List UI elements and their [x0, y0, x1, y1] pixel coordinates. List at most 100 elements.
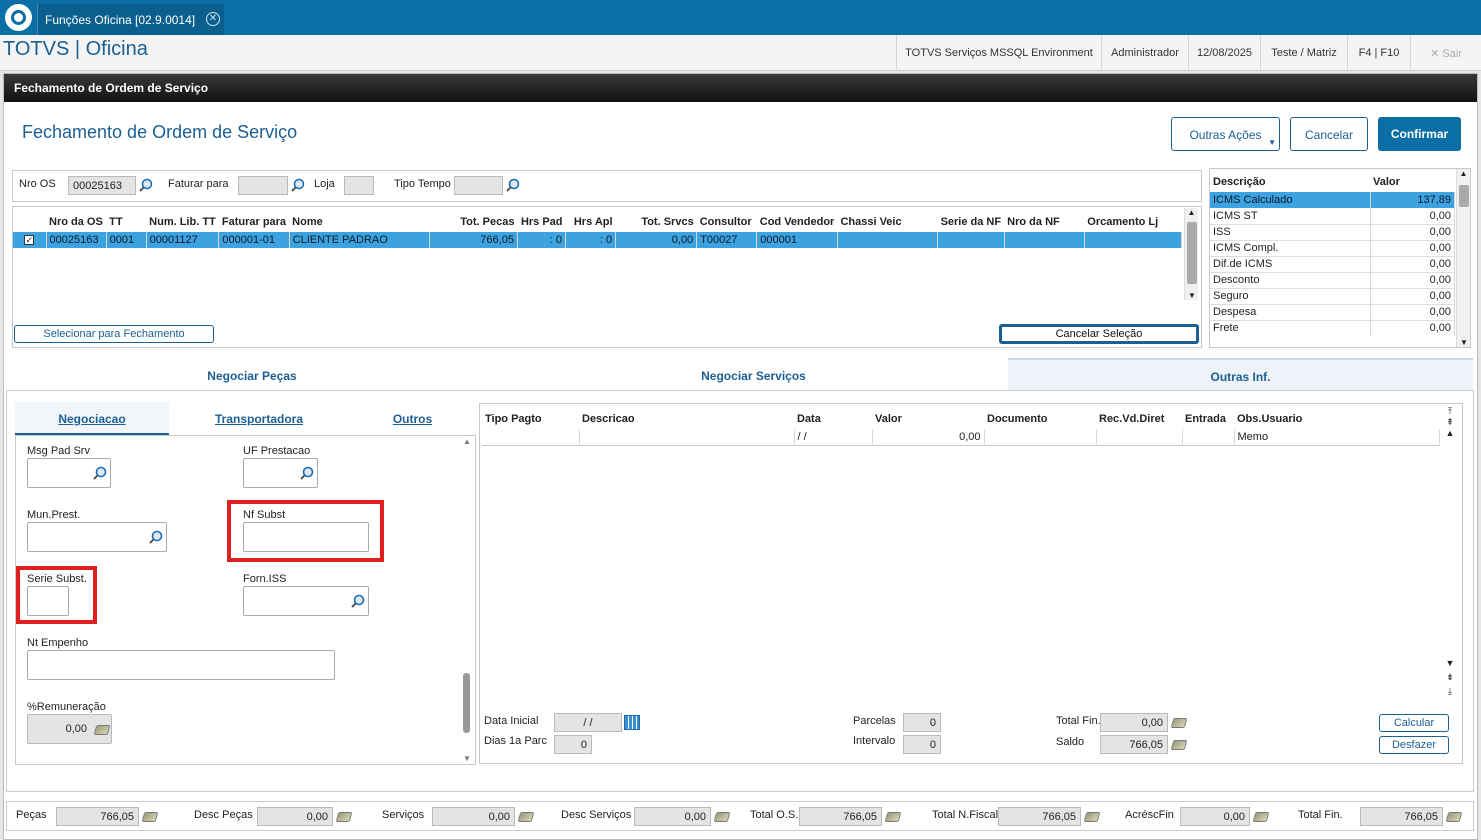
cell[interactable]: [1096, 429, 1183, 445]
column-header[interactable]: Documento: [984, 409, 1096, 429]
table-row[interactable]: Frete 0,00: [1210, 320, 1455, 336]
cancel-selection-button[interactable]: Cancelar Seleção: [999, 324, 1199, 344]
tab-negociar-servicos[interactable]: Negociar Serviços: [510, 369, 997, 383]
column-header[interactable]: TT: [106, 212, 146, 232]
app-tab[interactable]: Funções Oficina [02.9.0014] ✕: [37, 4, 224, 35]
row-select-cell[interactable]: ✓: [13, 232, 47, 248]
user-label[interactable]: Administrador: [1101, 36, 1188, 70]
cell[interactable]: 0,00: [872, 429, 985, 445]
column-header[interactable]: Nro da OS: [46, 212, 106, 232]
nro-os-input[interactable]: 00025163: [68, 176, 136, 195]
column-header[interactable]: Tot. Srvcs: [616, 212, 697, 232]
column-header[interactable]: Entrada: [1182, 409, 1234, 429]
column-header[interactable]: Tipo Pagto: [482, 409, 579, 429]
column-header[interactable]: Serie da NF: [938, 212, 1005, 232]
tab-negociar-pecas[interactable]: Negociar Peças: [12, 369, 492, 383]
table-row[interactable]: ISS 0,00: [1210, 224, 1455, 240]
scroll-arrow-icon[interactable]: ▲: [460, 437, 474, 446]
close-tab-icon[interactable]: ✕: [206, 12, 220, 26]
intervalo-input[interactable]: 0: [903, 735, 941, 754]
cell[interactable]: Memo: [1234, 429, 1440, 445]
column-header[interactable]: Faturar para: [219, 212, 289, 232]
column-header[interactable]: Num. Lib. TT: [146, 212, 219, 232]
column-header[interactable]: Hrs Pad: [517, 212, 565, 232]
table-row[interactable]: ICMS Calculado 137,89: [1210, 192, 1455, 208]
column-header[interactable]: Descrição: [1210, 172, 1370, 192]
search-icon[interactable]: [93, 466, 107, 480]
data-inicial-input[interactable]: / /: [554, 713, 622, 732]
table-row[interactable]: Seguro 0,00: [1210, 288, 1455, 304]
loja-input[interactable]: [344, 176, 374, 195]
select-for-closing-button[interactable]: Selecionar para Fechamento: [14, 325, 214, 343]
table-row[interactable]: Despesa 0,00: [1210, 304, 1455, 320]
column-header[interactable]: Nro da NF: [1004, 212, 1084, 232]
cell[interactable]: / /: [794, 429, 873, 445]
table-row[interactable]: ✓ 00025163 0001 00001127 000001-01 CLIEN…: [13, 232, 1183, 248]
mun-prest-input[interactable]: [27, 522, 167, 552]
checkbox-icon[interactable]: ✓: [24, 235, 35, 245]
date-label[interactable]: 12/08/2025: [1188, 36, 1260, 70]
scroll-arrow-icon[interactable]: ▲: [1457, 169, 1470, 178]
table-row[interactable]: ICMS Compl. 0,00: [1210, 240, 1455, 256]
exit-button[interactable]: ✕ Sair: [1410, 36, 1481, 70]
scroll-thumb[interactable]: [1187, 222, 1197, 284]
column-header[interactable]: Valor: [1370, 172, 1455, 192]
saldo-input[interactable]: 766,05: [1100, 735, 1168, 754]
scroll-arrow-icon[interactable]: ▼: [460, 754, 474, 763]
table-row[interactable]: / / 0,00 Memo: [482, 429, 1440, 445]
column-header[interactable]: Cod Vendedor: [757, 212, 838, 232]
cell[interactable]: [579, 429, 795, 445]
move-down-icon[interactable]: ⇟: [1443, 672, 1457, 683]
column-header[interactable]: Descricao: [579, 409, 794, 429]
cell[interactable]: [984, 429, 1097, 445]
subtab-transportadora[interactable]: Transportadora: [175, 412, 343, 426]
faturar-para-input[interactable]: [238, 176, 288, 195]
nf-subst-input[interactable]: [243, 522, 369, 552]
subtab-outros[interactable]: Outros: [370, 412, 455, 426]
desfazer-button[interactable]: Desfazer: [1379, 736, 1449, 754]
search-icon[interactable]: [149, 530, 163, 544]
scroll-arrow-icon[interactable]: ▼: [1185, 291, 1199, 300]
parcelas-input[interactable]: 0: [903, 713, 941, 732]
table-row[interactable]: ICMS ST 0,00: [1210, 208, 1455, 224]
search-icon[interactable]: [506, 178, 520, 192]
search-icon[interactable]: [351, 594, 365, 608]
search-icon[interactable]: [291, 178, 305, 192]
dias-input[interactable]: 0: [554, 735, 592, 754]
scroll-thumb[interactable]: [463, 673, 470, 733]
cell[interactable]: [482, 429, 580, 445]
scroll-arrow-icon[interactable]: ▼: [1457, 338, 1471, 347]
serie-subst-input[interactable]: [27, 586, 69, 616]
tax-grid-scrollbar[interactable]: ▲ ▼: [1456, 169, 1470, 347]
scroll-arrow-icon[interactable]: ▲: [1185, 208, 1198, 217]
calcular-button[interactable]: Calcular: [1379, 714, 1449, 732]
totvs-logo-icon[interactable]: [5, 4, 32, 31]
column-header[interactable]: Chassi Veic: [837, 212, 937, 232]
move-top-icon[interactable]: ⤒: [1443, 406, 1457, 417]
move-bottom-icon[interactable]: ⤓: [1443, 686, 1457, 697]
scroll-thumb[interactable]: [1459, 185, 1469, 207]
scroll-arrow-icon[interactable]: ▼: [1443, 658, 1457, 668]
table-row[interactable]: Dif.de ICMS 0,00: [1210, 256, 1455, 272]
move-up-icon[interactable]: ⇞: [1443, 417, 1457, 428]
column-header[interactable]: Nome: [289, 212, 429, 232]
tab-outras-inf[interactable]: Outras Inf.: [1008, 358, 1473, 390]
calendar-icon[interactable]: [624, 715, 640, 730]
branch-label[interactable]: Teste / Matriz: [1260, 36, 1347, 70]
column-header[interactable]: Obs.Usuario: [1234, 409, 1440, 429]
cell[interactable]: [1182, 429, 1235, 445]
table-row[interactable]: Desconto 0,00: [1210, 272, 1455, 288]
other-actions-button[interactable]: Outras Ações ▼: [1171, 117, 1280, 151]
search-icon[interactable]: [139, 178, 153, 192]
column-header[interactable]: Valor: [872, 409, 984, 429]
total-fin-input[interactable]: 0,00: [1100, 713, 1168, 732]
column-header[interactable]: Consultor: [697, 212, 757, 232]
cancel-button[interactable]: Cancelar: [1290, 117, 1368, 151]
shortcut-label[interactable]: F4 | F10: [1347, 36, 1410, 70]
subtab-negociacao[interactable]: Negociacao: [15, 402, 169, 435]
search-icon[interactable]: [300, 466, 314, 480]
nt-empenho-input[interactable]: [27, 650, 335, 680]
tipo-tempo-input[interactable]: [454, 176, 503, 195]
column-header[interactable]: Hrs Apl: [566, 212, 616, 232]
column-header[interactable]: Orcamento Lj: [1084, 212, 1181, 232]
